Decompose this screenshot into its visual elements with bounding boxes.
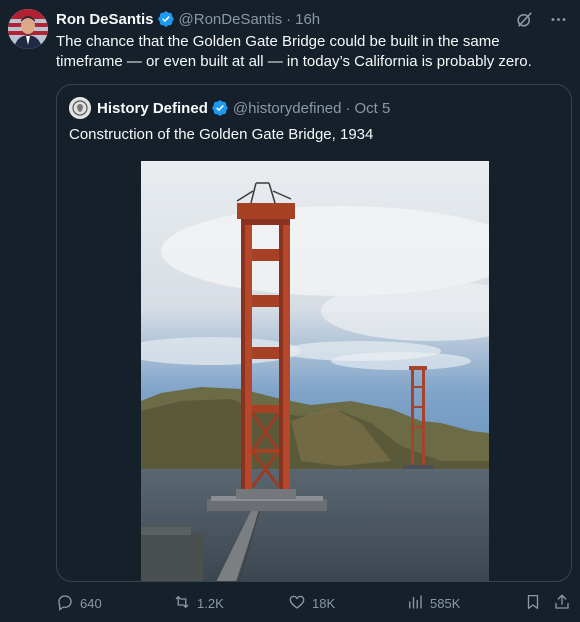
author-name[interactable]: Ron DeSantis bbox=[56, 11, 154, 28]
bookmark-button[interactable] bbox=[524, 593, 542, 614]
quoted-author-avatar bbox=[69, 97, 91, 119]
quoted-tweet[interactable]: History Defined @historydefined · Oct 5 … bbox=[56, 84, 572, 582]
retweet-icon bbox=[173, 593, 191, 614]
like-count: 18K bbox=[312, 596, 336, 611]
action-bar: 640 1.2K 18K 585K bbox=[56, 593, 576, 615]
reply-count: 640 bbox=[80, 596, 102, 611]
quoted-tweet-date: Oct 5 bbox=[354, 99, 391, 117]
bridge-photo[interactable] bbox=[141, 161, 489, 581]
bookmark-icon bbox=[524, 593, 542, 614]
share-button[interactable] bbox=[553, 593, 571, 614]
like-button[interactable]: 18K bbox=[288, 593, 335, 614]
separator-dot: · bbox=[286, 10, 292, 28]
more-icon[interactable] bbox=[548, 9, 568, 29]
tweet-time[interactable]: 16h bbox=[295, 11, 320, 28]
verified-badge-icon bbox=[211, 99, 229, 117]
tweet-text: The chance that the Golden Gate Bridge c… bbox=[56, 33, 532, 70]
tweet-header: Ron DeSantis @RonDeSantis · 16h bbox=[56, 9, 568, 29]
author-handle[interactable]: @RonDeSantis bbox=[179, 11, 283, 28]
views-button[interactable]: 585K bbox=[406, 593, 460, 614]
reply-icon bbox=[56, 593, 74, 614]
quoted-tweet-header: History Defined @historydefined · Oct 5 bbox=[69, 97, 390, 119]
quoted-author-handle: @historydefined bbox=[232, 99, 342, 117]
reply-button[interactable]: 640 bbox=[56, 593, 102, 614]
author-avatar[interactable] bbox=[8, 9, 48, 49]
separator-dot: · bbox=[345, 99, 351, 117]
verified-badge-icon bbox=[157, 10, 175, 28]
like-icon bbox=[288, 593, 306, 614]
quoted-tweet-text: Construction of the Golden Gate Bridge, … bbox=[69, 126, 374, 143]
retweet-button[interactable]: 1.2K bbox=[173, 593, 224, 614]
share-icon bbox=[553, 593, 571, 614]
grok-icon[interactable] bbox=[514, 9, 534, 29]
views-icon bbox=[406, 593, 424, 614]
quoted-author-name: History Defined bbox=[97, 99, 208, 117]
retweet-count: 1.2K bbox=[197, 596, 224, 611]
views-count: 585K bbox=[430, 596, 461, 611]
